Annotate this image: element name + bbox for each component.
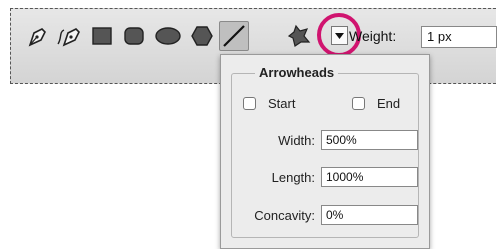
concavity-label: Concavity: <box>254 208 315 223</box>
length-input[interactable]: 1000% <box>321 167 418 187</box>
start-label: Start <box>268 96 296 111</box>
pen-icon[interactable] <box>25 23 51 49</box>
arrowheads-panel: Arrowheads Start End Width: 500% Length:… <box>220 54 430 249</box>
line-icon[interactable] <box>219 21 249 51</box>
geometry-options-dropdown[interactable] <box>331 26 348 45</box>
freeform-pen-icon[interactable] <box>55 23 83 49</box>
end-checkbox[interactable] <box>352 97 365 110</box>
rectangle-icon[interactable] <box>89 23 115 49</box>
concavity-input[interactable]: 0% <box>321 205 418 225</box>
width-input[interactable]: 500% <box>321 130 418 150</box>
weight-input[interactable]: 1 px <box>421 26 497 48</box>
start-checkbox[interactable] <box>243 97 256 110</box>
chevron-down-icon <box>335 32 344 39</box>
arrowheads-title: Arrowheads <box>255 65 339 80</box>
length-label: Length: <box>271 170 315 185</box>
polygon-icon[interactable] <box>189 23 215 49</box>
custom-shape-icon[interactable] <box>286 23 314 49</box>
rounded-rectangle-icon[interactable] <box>121 23 147 49</box>
width-label: Width: <box>278 133 315 148</box>
weight-label: Weight: <box>349 28 397 44</box>
ellipse-icon[interactable] <box>153 23 183 49</box>
end-label: End <box>377 96 401 111</box>
